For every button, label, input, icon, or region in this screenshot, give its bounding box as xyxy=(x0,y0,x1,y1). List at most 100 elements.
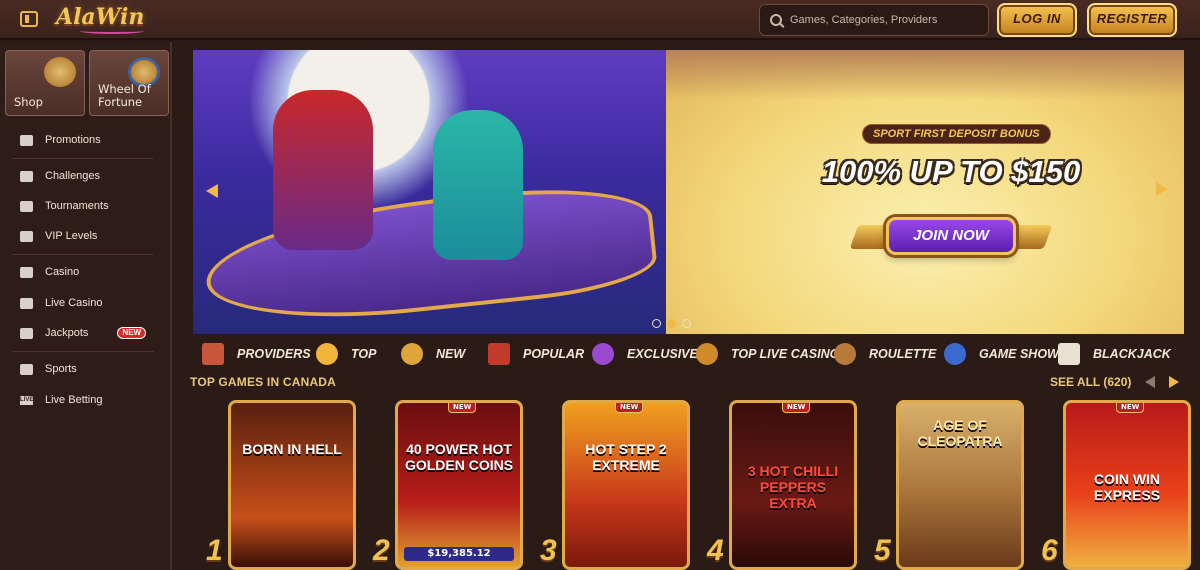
game-title: COIN WIN EXPRESS xyxy=(1093,471,1161,503)
game-rank: 6 xyxy=(1041,534,1058,567)
sidebar-item-label: VIP Levels xyxy=(45,230,98,242)
game-tile[interactable]: 6 NEW COIN WIN EXPRESS xyxy=(1041,400,1191,570)
search-input[interactable] xyxy=(790,14,980,26)
new-badge: NEW xyxy=(117,327,147,339)
banner-illustration[interactable] xyxy=(193,50,666,334)
promo-tag: SPORT FIRST DEPOSIT BONUS xyxy=(862,124,1051,144)
wheel-tile-label: Wheel Of Fortune xyxy=(98,82,151,109)
site-logo[interactable]: AlaWin xyxy=(56,4,144,30)
new-tag: NEW xyxy=(615,403,644,413)
lamp-icon xyxy=(401,343,423,365)
sports-icon xyxy=(20,363,33,375)
chips-icon xyxy=(696,343,718,365)
shop-bag-icon xyxy=(44,57,76,87)
sidebar-item-live-casino[interactable]: Live Casino xyxy=(0,291,170,315)
category-label: POPULAR xyxy=(523,347,585,361)
category-roulette[interactable]: ROULETTE xyxy=(834,340,944,368)
sidebar-item-jackpots[interactable]: Jackpots NEW xyxy=(0,321,170,345)
category-bar: PROVIDERS TOP NEW POPULAR EXCLUSIVE TOP … xyxy=(202,340,1171,368)
game-tile[interactable]: 2 NEW 40 POWER HOT GOLDEN COINS $19,385.… xyxy=(373,400,523,570)
promo-title: 100% UP TO $150 xyxy=(821,154,1081,189)
gem-icon xyxy=(592,343,614,365)
category-exclusive[interactable]: EXCLUSIVE xyxy=(592,340,698,368)
sidebar-item-promotions[interactable]: Promotions xyxy=(0,128,170,152)
game-card[interactable]: NEW 40 POWER HOT GOLDEN COINS $19,385.12 xyxy=(395,400,523,570)
game-card[interactable]: NEW HOT STEP 2 EXTREME xyxy=(562,400,690,570)
category-top-live-casino[interactable]: TOP LIVE CASINO xyxy=(696,340,839,368)
carousel-prev-icon[interactable] xyxy=(206,184,218,198)
game-title: BORN IN HELL xyxy=(242,441,342,457)
row-prev-icon[interactable] xyxy=(1145,376,1155,388)
cards-icon xyxy=(20,297,33,309)
game-rank: 4 xyxy=(707,534,724,567)
star-icon xyxy=(316,343,338,365)
new-tag: NEW xyxy=(1116,403,1145,413)
carousel-dot-active[interactable] xyxy=(667,319,676,328)
logo-swoosh xyxy=(80,28,144,34)
challenges-icon xyxy=(20,170,33,182)
jackpot-amount: $19,385.12 xyxy=(404,547,514,561)
sidebar-item-label: Promotions xyxy=(45,134,101,146)
search-box[interactable] xyxy=(759,4,989,36)
category-label: ROULETTE xyxy=(869,347,937,361)
game-card[interactable]: AGE OF CLEOPATRA xyxy=(896,400,1024,570)
game-title: 3 HOT CHILLI PEPPERS EXTRA xyxy=(747,463,839,511)
sidebar-item-vip-levels[interactable]: VIP Levels xyxy=(0,224,170,248)
magic-carpet-illustration xyxy=(200,176,660,334)
game-card[interactable]: BORN IN HELL xyxy=(228,400,356,570)
sidebar-item-challenges[interactable]: Challenges xyxy=(0,164,170,188)
casino-icon xyxy=(20,266,33,278)
category-label: TOP LIVE CASINO xyxy=(731,347,840,361)
category-new[interactable]: NEW xyxy=(401,340,488,368)
shop-tile-label: Shop xyxy=(14,95,43,109)
category-blackjack[interactable]: BLACKJACK xyxy=(1058,340,1171,368)
top-header: AlaWin LOG IN REGISTER xyxy=(0,0,1200,40)
join-now-button[interactable]: JOIN NOW xyxy=(886,217,1016,255)
sidebar-item-label: Live Casino xyxy=(45,297,103,309)
jasmine-illustration xyxy=(433,110,523,260)
carousel-next-icon[interactable] xyxy=(1156,182,1168,196)
register-button[interactable]: REGISTER xyxy=(1087,3,1177,37)
category-label: BLACKJACK xyxy=(1093,347,1171,361)
game-rank: 2 xyxy=(373,534,390,567)
category-label: PROVIDERS xyxy=(237,347,311,361)
sidebar-item-sports[interactable]: Sports xyxy=(0,357,170,381)
see-all-link[interactable]: SEE ALL (620) xyxy=(1050,375,1131,389)
wheel-of-fortune-tile[interactable]: Wheel Of Fortune xyxy=(89,50,169,116)
menu-toggle-icon[interactable] xyxy=(20,11,38,27)
search-icon xyxy=(770,14,782,26)
game-rank: 5 xyxy=(874,534,891,567)
category-label: EXCLUSIVE xyxy=(627,347,698,361)
row-next-icon[interactable] xyxy=(1169,376,1179,388)
game-card[interactable]: NEW COIN WIN EXPRESS xyxy=(1063,400,1191,570)
promotions-icon xyxy=(20,134,33,146)
game-rank: 3 xyxy=(540,534,557,567)
game-tile[interactable]: 4 NEW 3 HOT CHILLI PEPPERS EXTRA xyxy=(707,400,857,570)
promo-banner[interactable]: SPORT FIRST DEPOSIT BONUS 100% UP TO $15… xyxy=(666,50,1184,334)
carousel-dot[interactable] xyxy=(652,319,661,328)
login-button[interactable]: LOG IN xyxy=(997,3,1077,37)
sidebar-item-live-betting[interactable]: LIVE Live Betting xyxy=(0,388,170,412)
game-tile[interactable]: 5 AGE OF CLEOPATRA xyxy=(874,400,1024,570)
shop-tile[interactable]: Shop xyxy=(5,50,85,116)
diamond-icon xyxy=(20,230,33,242)
jackpot-icon xyxy=(20,327,33,339)
category-label: GAME SHOWS xyxy=(979,347,1068,361)
carousel-dot[interactable] xyxy=(682,319,691,328)
sidebar-item-label: Jackpots xyxy=(45,327,89,339)
game-tile[interactable]: 3 NEW HOT STEP 2 EXTREME xyxy=(540,400,690,570)
section-title: TOP GAMES IN CANADA xyxy=(190,375,337,389)
sidebar-item-tournaments[interactable]: Tournaments xyxy=(0,194,170,218)
aladdin-illustration xyxy=(273,90,373,250)
main-content: SPORT FIRST DEPOSIT BONUS 100% UP TO $15… xyxy=(174,42,1200,570)
category-label: NEW xyxy=(436,347,466,361)
category-popular[interactable]: POPULAR xyxy=(488,340,592,368)
category-top[interactable]: TOP xyxy=(316,340,401,368)
game-tile[interactable]: 1 BORN IN HELL xyxy=(206,400,356,570)
carousel-dots xyxy=(652,319,691,328)
game-title: AGE OF CLEOPATRA xyxy=(917,417,1003,449)
sidebar-item-casino[interactable]: Casino xyxy=(0,260,170,284)
game-card[interactable]: NEW 3 HOT CHILLI PEPPERS EXTRA xyxy=(729,400,857,570)
category-providers[interactable]: PROVIDERS xyxy=(202,340,316,368)
category-game-shows[interactable]: GAME SHOWS xyxy=(944,340,1067,368)
